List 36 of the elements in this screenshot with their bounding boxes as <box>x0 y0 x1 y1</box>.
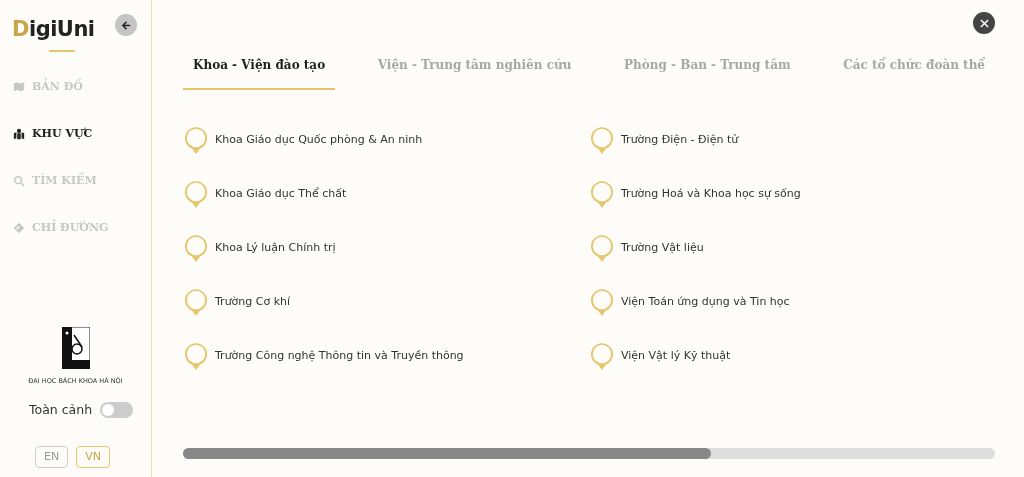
place-item[interactable]: Trường Cơ khí <box>183 275 589 329</box>
location-pin-icon <box>589 287 615 317</box>
place-item[interactable]: Trường Công nghệ Thông tin và Truyền thông <box>183 329 589 383</box>
place-item[interactable]: Viện Toán ứng dụng và Tin học <box>589 275 995 329</box>
university-logo <box>61 327 90 369</box>
place-item[interactable]: Khoa Giáo dục Thể chất <box>183 167 589 221</box>
location-pin-icon <box>183 341 209 371</box>
location-pin-icon <box>183 287 209 317</box>
location-pin-icon <box>589 125 615 155</box>
scrollbar-thumb[interactable] <box>183 448 711 459</box>
direction-icon <box>13 222 25 234</box>
place-item[interactable]: Trường Vật liệu <box>589 221 995 275</box>
location-pin-icon <box>589 233 615 263</box>
location-pin-icon <box>183 179 209 209</box>
scrollbar-track[interactable] <box>183 448 995 459</box>
area-icon <box>13 128 25 140</box>
nav-item[interactable]: KHU VỰC <box>0 110 151 158</box>
place-item[interactable]: Trường Hoá và Khoa học sự sống <box>589 167 995 221</box>
category-tab[interactable]: Khoa - Viện đào tạo <box>183 56 336 90</box>
place-item[interactable]: Trường Điện - Điện tử <box>589 113 995 167</box>
place-item[interactable]: Khoa Lý luận Chính trị <box>183 221 589 275</box>
place-item[interactable]: Viện Vật lý Kỹ thuật <box>589 329 995 383</box>
place-item[interactable]: Khoa Giáo dục Quốc phòng & An ninh <box>183 113 589 167</box>
app-logo: DigiUni <box>12 16 95 43</box>
location-pin-icon <box>589 179 615 209</box>
back-arrow-icon <box>120 19 132 31</box>
map-icon <box>13 81 25 93</box>
location-pin-icon <box>183 233 209 263</box>
back-button[interactable] <box>115 14 137 36</box>
close-icon <box>979 18 989 28</box>
close-button[interactable] <box>973 12 995 34</box>
search-icon <box>13 175 25 187</box>
toggle-label: Toàn cảnh <box>29 400 93 419</box>
panorama-toggle[interactable] <box>100 402 134 419</box>
location-pin-icon <box>589 341 615 371</box>
location-pin-icon <box>183 125 209 155</box>
